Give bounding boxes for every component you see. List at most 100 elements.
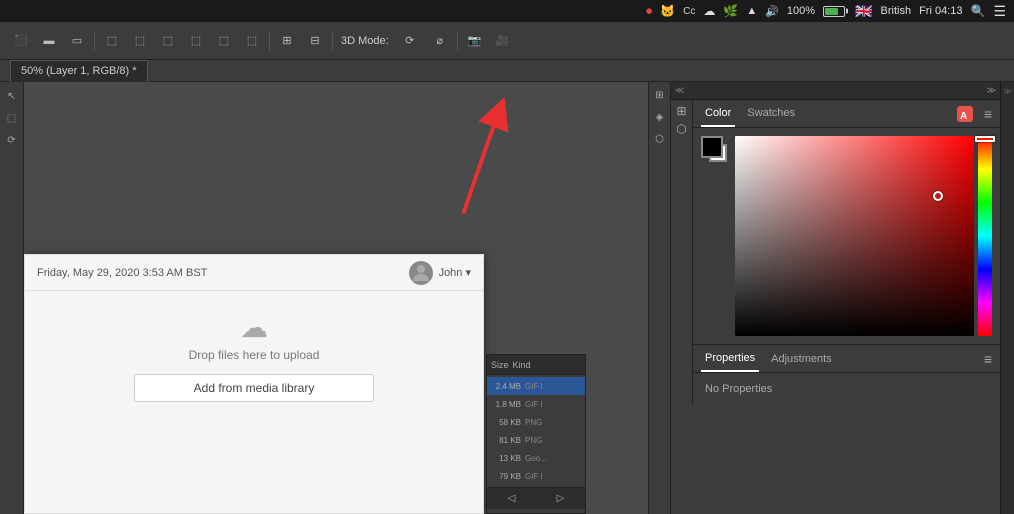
tab-swatches[interactable]: Swatches xyxy=(743,100,799,127)
file-kind-1: GIF I xyxy=(525,382,543,391)
properties-section: Properties Adjustments ≡ No Properties xyxy=(693,344,1000,405)
cloud-icon[interactable]: ☁ xyxy=(703,4,715,18)
toolbar-3d-1[interactable]: ⟳ xyxy=(395,28,425,54)
wp-date: Friday, May 29, 2020 3:53 AM BST xyxy=(37,267,207,279)
toolbar-cam-1[interactable]: 📷 xyxy=(462,28,488,54)
file-size-4: 81 KB xyxy=(491,436,521,445)
record-icon[interactable]: ⏺ xyxy=(646,4,652,19)
color-picker-section xyxy=(693,128,1000,344)
toolbar: ⬛ ▬ ▭ ⬚ ⬚ ⬚ ⬚ ⬚ ⬚ ⊞ ⊟ 3D Mode: ⟳ ⌀ 📷 🎥 xyxy=(0,22,1014,60)
leaf-icon[interactable]: 🌿 xyxy=(723,4,738,18)
properties-content: No Properties xyxy=(693,373,1000,405)
gradient-picker xyxy=(735,136,992,336)
fg-color-swatch[interactable] xyxy=(701,136,723,158)
canvas-area: Friday, May 29, 2020 3:53 AM BST John ▾ … xyxy=(24,82,648,514)
toolbar-dist-3[interactable]: ⬚ xyxy=(155,28,181,54)
wp-upload-area[interactable]: ☁ Drop files here to upload xyxy=(41,311,467,362)
right-panel-icon-1[interactable]: ⊞ xyxy=(676,104,686,118)
datetime-label: Fri 04:13 xyxy=(919,5,962,17)
tool-move[interactable]: ↖ xyxy=(2,86,22,106)
wp-body: ☁ Drop files here to upload Add from med… xyxy=(25,291,483,422)
toolbar-align-top[interactable]: ⬛ xyxy=(8,28,34,54)
left-sidebar: ↖ ⬚ ⟳ xyxy=(0,82,24,514)
file-kind-6: GIF I xyxy=(525,472,543,481)
panel-collapse-left[interactable]: ≪ xyxy=(675,85,684,96)
toolbar-align-2[interactable]: ▬ xyxy=(36,28,62,54)
cat-icon[interactable]: 🐱 xyxy=(660,4,675,18)
toolbar-3d-2[interactable]: ⌀ xyxy=(427,28,453,54)
doc-tab-title: 50% (Layer 1, RGB/8) * xyxy=(21,65,137,77)
right-panel-icon-2[interactable]: ⬡ xyxy=(676,122,686,136)
toolbar-dist-5[interactable]: ⬚ xyxy=(211,28,237,54)
file-row-6[interactable]: 79 KB GIF I xyxy=(487,467,585,485)
toolbar-extra-2[interactable]: ⊟ xyxy=(302,28,328,54)
color-field[interactable] xyxy=(735,136,974,336)
toolbar-extra-1[interactable]: ⊞ xyxy=(274,28,300,54)
tool-lasso[interactable]: ⟳ xyxy=(2,130,22,150)
language-label[interactable]: British xyxy=(881,5,912,17)
wp-user: John ▾ xyxy=(409,261,471,285)
side-icon-layers[interactable]: ⊞ xyxy=(651,86,669,104)
tab-color[interactable]: Color xyxy=(701,100,735,127)
wp-uploader-window: Friday, May 29, 2020 3:53 AM BST John ▾ … xyxy=(24,254,484,514)
file-row-2[interactable]: 1.8 MB GIF I xyxy=(487,395,585,413)
side-icon-cube[interactable]: ⬡ xyxy=(651,130,669,148)
cloud-upload-icon: ☁ xyxy=(240,311,268,344)
wp-avatar xyxy=(409,261,433,285)
wp-username[interactable]: John ▾ xyxy=(439,266,471,279)
color-field-cursor xyxy=(933,191,943,201)
tool-select[interactable]: ⬚ xyxy=(2,108,22,128)
wp-header: Friday, May 29, 2020 3:53 AM BST John ▾ xyxy=(25,255,483,291)
search-icon[interactable]: 🔍 xyxy=(970,4,985,18)
files-list: 2.4 MB GIF I 1.8 MB GIF I 58 KB PNG 81 K… xyxy=(487,375,585,487)
wp-media-library-btn[interactable]: Add from media library xyxy=(134,374,374,402)
file-kind-2: GIF I xyxy=(525,400,543,409)
files-footer-btn-1[interactable]: ◁ xyxy=(508,493,516,504)
file-row-3[interactable]: 58 KB PNG xyxy=(487,413,585,431)
battery-pct: 100% xyxy=(787,5,815,17)
wifi-icon: ▲ xyxy=(746,5,757,17)
tab-properties[interactable]: Properties xyxy=(701,345,759,372)
toolbar-sep-3 xyxy=(332,31,333,51)
hue-slider[interactable] xyxy=(978,136,992,336)
properties-panel-menu[interactable]: ≡ xyxy=(984,351,992,367)
file-size-1: 2.4 MB xyxy=(491,382,521,391)
file-kind-4: PNG xyxy=(525,436,542,445)
file-row-1[interactable]: 2.4 MB GIF I xyxy=(487,377,585,395)
cc-icon[interactable]: Cc xyxy=(683,6,695,17)
file-row-5[interactable]: 13 KB Goo... xyxy=(487,449,585,467)
file-size-2: 1.8 MB xyxy=(491,400,521,409)
far-right-collapse-btn[interactable]: ≫ xyxy=(1003,86,1013,96)
toolbar-cam-2[interactable]: 🎥 xyxy=(490,28,516,54)
files-panel: Size Kind 2.4 MB GIF I 1.8 MB GIF I 58 K… xyxy=(486,354,586,514)
file-kind-3: PNG xyxy=(525,418,542,427)
toolbar-sep-2 xyxy=(269,31,270,51)
tab-adjustments[interactable]: Adjustments xyxy=(767,345,836,372)
side-icon-bar: ⊞ ◈ ⬡ xyxy=(648,82,670,514)
file-kind-5: Goo... xyxy=(525,454,547,463)
fg-bg-indicator[interactable] xyxy=(701,136,729,164)
files-footer: ◁ ▷ xyxy=(487,487,585,509)
doc-tab[interactable]: 50% (Layer 1, RGB/8) * xyxy=(10,60,148,82)
side-icon-3d[interactable]: ◈ xyxy=(651,108,669,126)
flag-icon: 🇬🇧 xyxy=(855,3,872,20)
hue-slider-thumb xyxy=(975,136,995,142)
toolbar-dist-2[interactable]: ⬚ xyxy=(127,28,153,54)
svg-text:A: A xyxy=(960,111,967,122)
properties-tabs: Properties Adjustments ≡ xyxy=(693,345,1000,373)
toolbar-dist-6[interactable]: ⬚ xyxy=(239,28,265,54)
files-kind-col: Kind xyxy=(513,360,531,370)
toolbar-align-3[interactable]: ▭ xyxy=(64,28,90,54)
menu-icon[interactable]: ☰ xyxy=(993,3,1006,20)
no-properties-text: No Properties xyxy=(705,383,772,395)
file-row-4[interactable]: 81 KB PNG xyxy=(487,431,585,449)
color-panel-menu[interactable]: ≡ xyxy=(984,106,992,122)
3d-mode-label: 3D Mode: xyxy=(341,35,389,47)
file-size-3: 58 KB xyxy=(491,418,521,427)
right-panel: ≪ ≫ ⊞ ⬡ Color Swatches ≡ A xyxy=(670,82,1000,514)
toolbar-dist-1[interactable]: ⬚ xyxy=(99,28,125,54)
menu-bar-right: ⏺ 🐱 Cc ☁ 🌿 ▲ 🔊 100% 🇬🇧 British Fri 04:13… xyxy=(646,3,1006,20)
toolbar-dist-4[interactable]: ⬚ xyxy=(183,28,209,54)
panel-collapse-right[interactable]: ≫ xyxy=(987,85,996,96)
files-footer-btn-2[interactable]: ▷ xyxy=(557,493,565,504)
